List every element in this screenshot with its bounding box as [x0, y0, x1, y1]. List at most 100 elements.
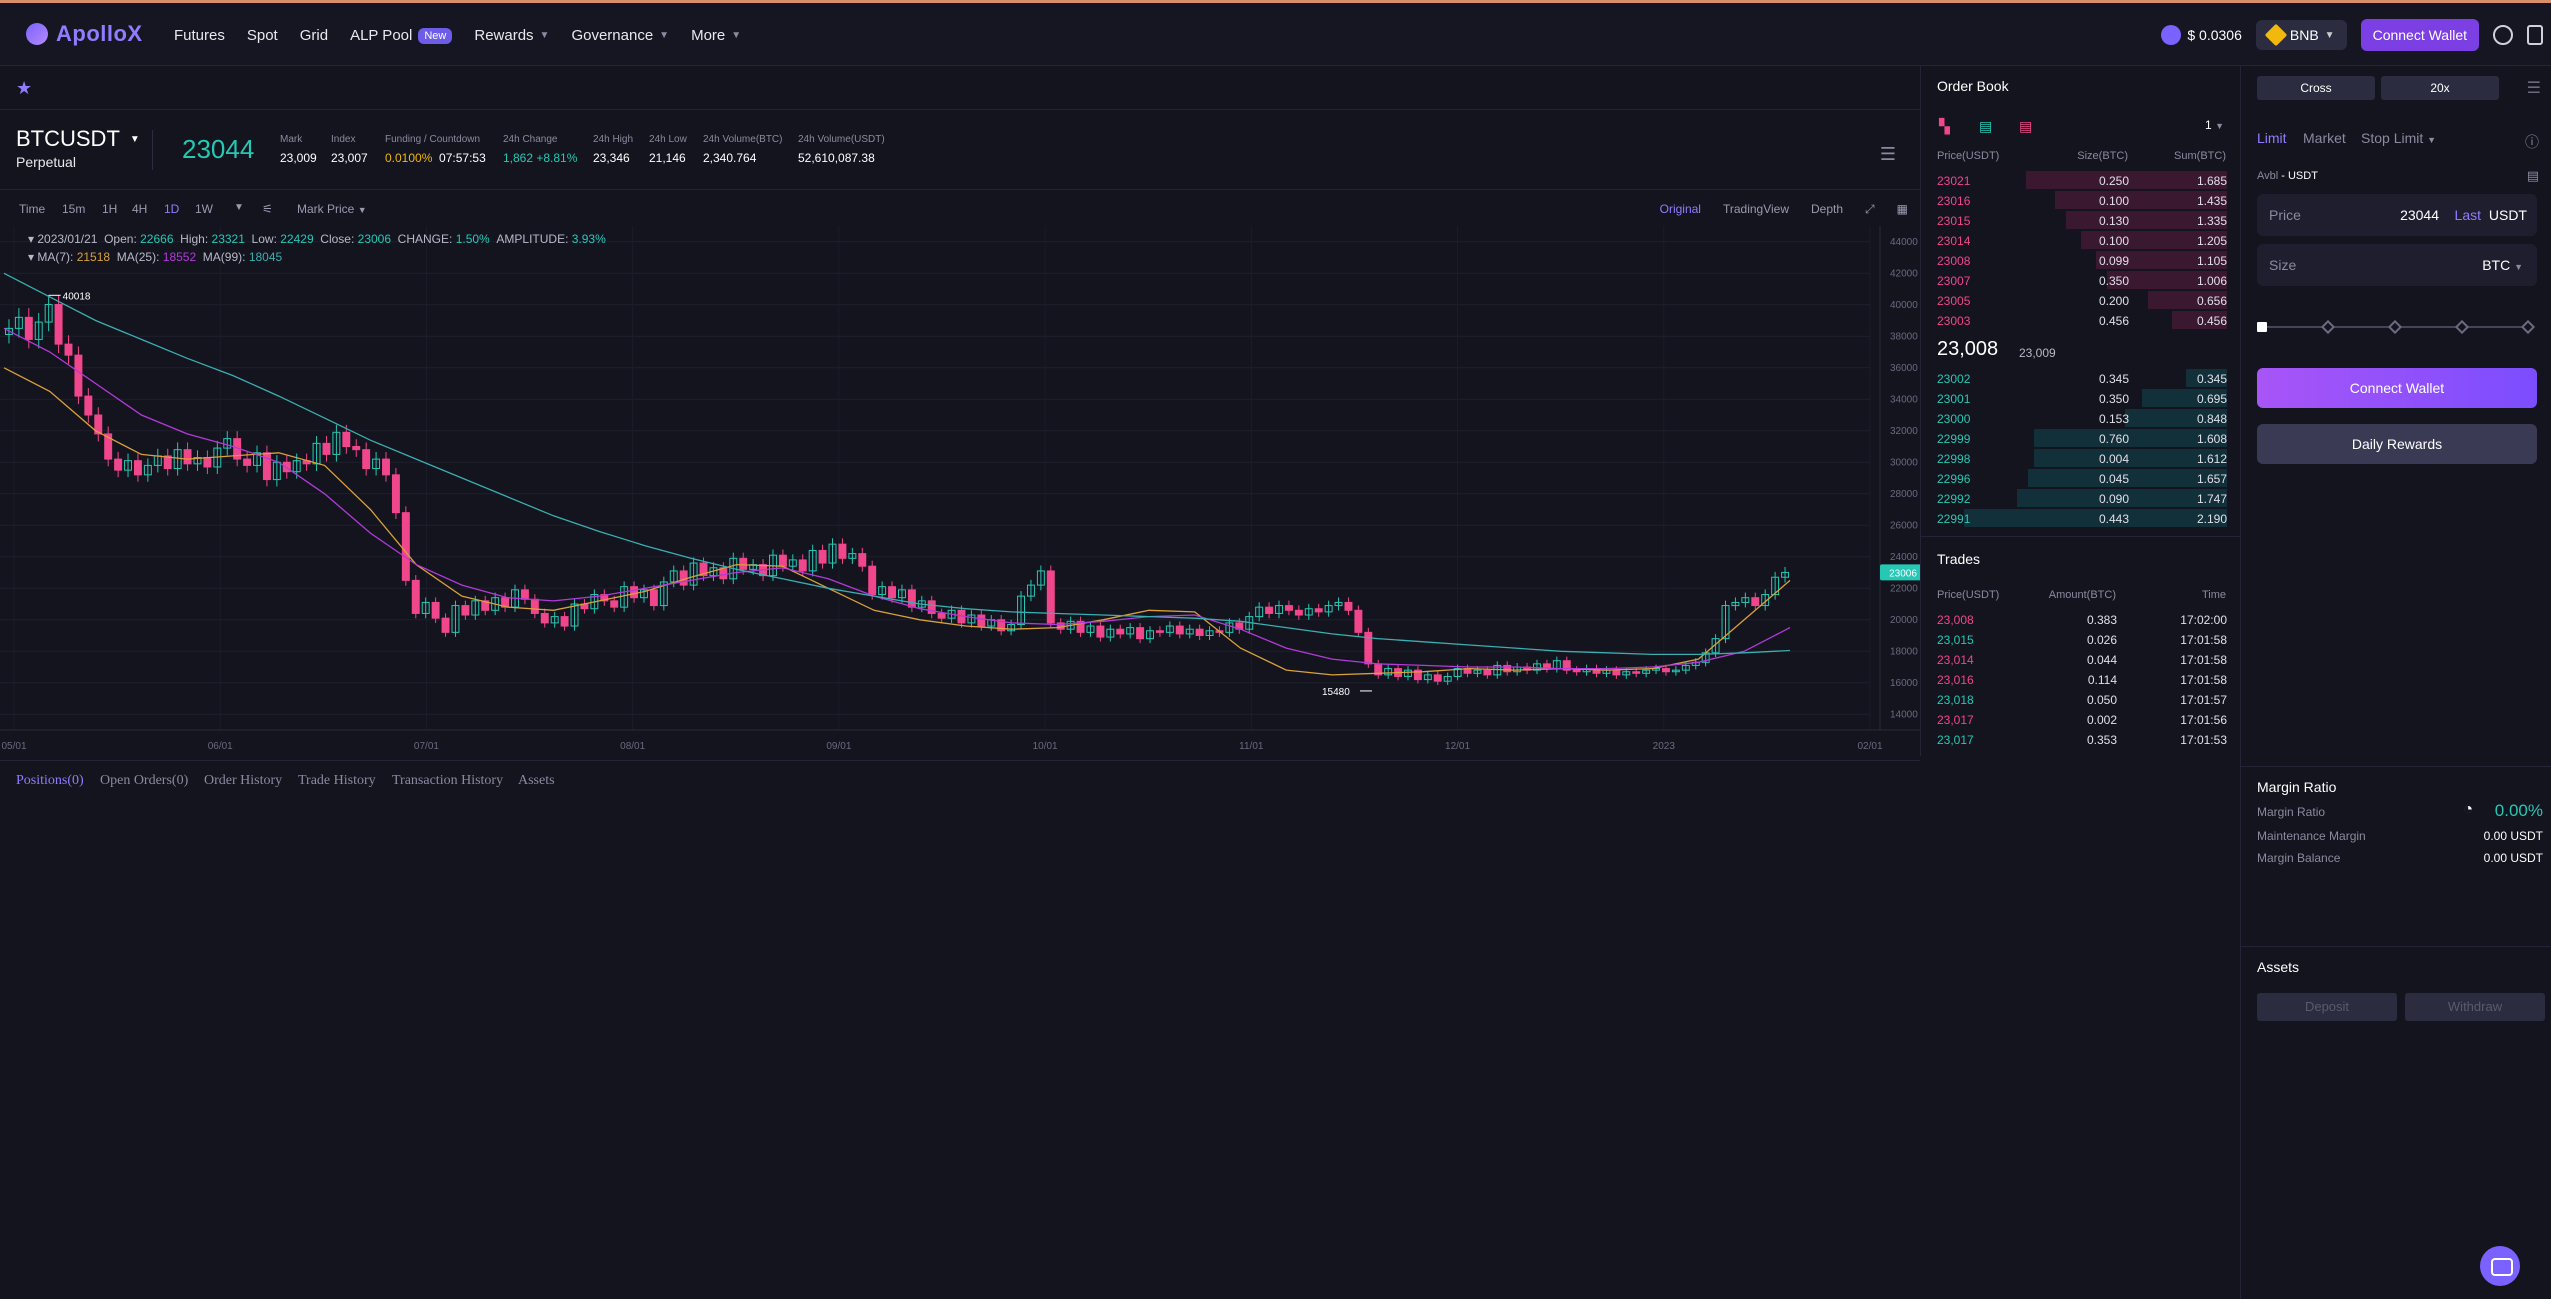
bid-row[interactable]: 22998 0.004 1.612	[1921, 448, 2241, 468]
tab-trade-history[interactable]: Trade History	[298, 773, 376, 789]
trade-amount: 0.114	[2087, 673, 2117, 687]
y-tick-label: 38000	[1890, 331, 1918, 342]
grid-layout-icon[interactable]: ▦	[1897, 202, 1908, 217]
price-chart[interactable]: 44000 42000 40000 38000 36000 34000 32000 30000…	[0, 226, 1920, 760]
symbol-selector[interactable]: BTCUSDT ▼ Perpetual	[16, 126, 140, 170]
nav-more[interactable]: More ▼	[691, 27, 741, 44]
tab-order-history[interactable]: Order History	[204, 773, 282, 789]
size-cell: 0.100	[2098, 194, 2129, 208]
settings-icon[interactable]	[2493, 25, 2513, 45]
info-icon[interactable]: ⓘ	[2525, 132, 2539, 152]
connect-wallet-form-button[interactable]: Connect Wallet	[2257, 368, 2537, 408]
tab-open-orders[interactable]: Open Orders(0)	[100, 773, 188, 789]
tab-tradingview[interactable]: TradingView	[1723, 202, 1789, 217]
order-type-market[interactable]: Market	[2303, 130, 2346, 146]
ask-row[interactable]: 23021 0.250 1.685	[1921, 170, 2241, 190]
nav-rewards[interactable]: Rewards ▼	[474, 27, 549, 44]
order-type-stop-limit[interactable]: Stop Limit ▼	[2361, 130, 2436, 146]
sliders-icon[interactable]: ☰	[1880, 144, 1896, 165]
size-slider[interactable]	[2257, 319, 2536, 335]
indicator-settings-icon[interactable]: ⚟	[262, 202, 273, 216]
funding-rate: 0.0100%	[385, 151, 433, 165]
sum-cell: 1.608	[2196, 432, 2227, 446]
precision-selector[interactable]: 1 ▼	[2205, 118, 2224, 132]
bid-row[interactable]: 22999 0.760 1.608	[1921, 428, 2241, 448]
bid-row[interactable]: 22996 0.045 1.657	[1921, 468, 2241, 488]
precision-value: 1	[2205, 118, 2212, 132]
interval-1h[interactable]: 1H	[102, 202, 117, 216]
ma99-line	[3, 272, 1791, 656]
ask-row[interactable]: 23016 0.100 1.435	[1921, 190, 2241, 210]
stat-24h-volume-btc: 24h Volume(BTC) 2,340.764	[703, 134, 782, 165]
new-badge: New	[418, 27, 453, 44]
slider-mark-100[interactable]	[2520, 319, 2536, 335]
tab-transaction-history[interactable]: Transaction History	[392, 773, 503, 789]
candle-body	[1751, 597, 1760, 607]
layout-icon[interactable]	[2527, 25, 2543, 45]
order-type-limit[interactable]: Limit	[2257, 130, 2287, 146]
tab-original[interactable]: Original	[1660, 202, 1701, 217]
nav-grid[interactable]: Grid	[300, 27, 328, 44]
interval-1w[interactable]: 1W	[195, 202, 213, 216]
ask-row[interactable]: 23003 0.456 0.456	[1921, 310, 2241, 330]
x-tick-label: 05/01	[1, 741, 26, 752]
price-last-button[interactable]: Last	[2455, 207, 2481, 223]
withdraw-button[interactable]: Withdraw	[2405, 993, 2545, 1021]
candle-body	[1155, 630, 1164, 633]
interval-15m[interactable]: 15m	[62, 202, 85, 216]
candle-body	[540, 612, 549, 624]
trade-time: 17:02:00	[2180, 613, 2227, 627]
interval-4h[interactable]: 4H	[132, 202, 147, 216]
candle-body	[818, 549, 827, 564]
price-source-selector[interactable]: Mark Price ▼	[297, 202, 367, 216]
y-tick-label: 30000	[1890, 457, 1918, 468]
bid-row[interactable]: 23000 0.153 0.848	[1921, 408, 2241, 428]
nav-governance[interactable]: Governance ▼	[571, 27, 669, 44]
ask-row[interactable]: 23005 0.200 0.656	[1921, 290, 2241, 310]
tab-assets[interactable]: Assets	[518, 773, 555, 789]
sliders-icon[interactable]: ☰	[2527, 78, 2541, 98]
interval-1d[interactable]: 1D	[164, 202, 179, 216]
margin-mode-button[interactable]: Cross	[2257, 76, 2375, 100]
slider-mark-75[interactable]	[2454, 319, 2470, 335]
size-input[interactable]: Size BTC ▼	[2257, 244, 2537, 286]
alp-price[interactable]: $ 0.0306	[2161, 25, 2242, 45]
slider-mark-25[interactable]	[2320, 319, 2336, 335]
nav-spot-label: Spot	[246, 27, 278, 44]
apollox-logo[interactable]: ApolloX	[26, 21, 143, 47]
bid-row[interactable]: 23001 0.350 0.695	[1921, 388, 2241, 408]
daily-rewards-button[interactable]: Daily Rewards	[2257, 424, 2537, 464]
star-icon[interactable]: ★	[16, 78, 32, 99]
expand-icon[interactable]: ⤢	[1865, 202, 1875, 217]
bid-row[interactable]: 22992 0.090 1.747	[1921, 488, 2241, 508]
nav-futures[interactable]: Futures	[174, 27, 225, 44]
tab-positions[interactable]: Positions(0)	[16, 773, 84, 789]
price-input[interactable]: Price 23044 Last USDT	[2257, 194, 2537, 236]
nav-alp-pool[interactable]: ALP Pool New	[350, 27, 453, 44]
ask-row[interactable]: 23008 0.099 1.105	[1921, 250, 2241, 270]
chevron-down-icon: ▼	[2514, 262, 2523, 272]
book-view-bids-icon[interactable]: ▤	[1979, 118, 1992, 135]
ask-row[interactable]: 23014 0.100 1.205	[1921, 230, 2241, 250]
slider-handle[interactable]	[2257, 322, 2267, 332]
book-view-both-icon[interactable]: ▚	[1939, 118, 1950, 135]
chat-support-icon[interactable]	[2480, 1246, 2520, 1286]
chevron-down-icon[interactable]: ▼	[234, 202, 244, 213]
slider-mark-50[interactable]	[2387, 319, 2403, 335]
nav-spot[interactable]: Spot	[247, 27, 278, 44]
size-unit-selector[interactable]: BTC ▼	[2482, 257, 2523, 273]
connect-wallet-button[interactable]: Connect Wallet	[2360, 19, 2479, 51]
ask-row[interactable]: 23015 0.130 1.335	[1921, 210, 2241, 230]
tab-depth[interactable]: Depth	[1811, 202, 1843, 217]
candle-body	[838, 543, 847, 559]
network-selector[interactable]: BNB ▼	[2255, 20, 2347, 50]
deposit-button[interactable]: Deposit	[2257, 993, 2397, 1021]
book-view-asks-icon[interactable]: ▤	[2019, 118, 2032, 135]
bid-row[interactable]: 22991 0.443 2.190	[1921, 508, 2241, 528]
leverage-button[interactable]: 20x	[2381, 76, 2499, 100]
interval-time[interactable]: Time	[19, 202, 45, 216]
calculator-icon[interactable]: ▤	[2527, 168, 2539, 184]
candle-body	[1195, 628, 1204, 637]
bid-row[interactable]: 23002 0.345 0.345	[1921, 368, 2241, 388]
ask-row[interactable]: 23007 0.350 1.006	[1921, 270, 2241, 290]
